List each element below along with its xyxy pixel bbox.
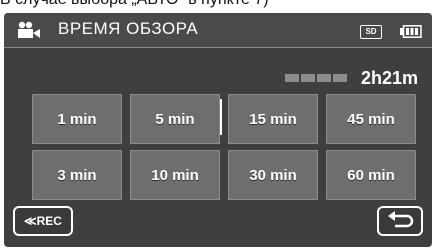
interval-5min-button[interactable]: 5 min	[130, 94, 220, 144]
rec-button[interactable]: ≪REC	[13, 206, 73, 236]
page-caption: В случае выбора „АВТО“ в пункте 7)	[0, 0, 433, 11]
interval-1min-button[interactable]: 1 min	[32, 94, 122, 144]
remaining-capacity-icon	[285, 74, 347, 82]
interval-60min-button[interactable]: 60 min	[326, 150, 416, 200]
back-button[interactable]	[377, 206, 423, 236]
interval-10min-button[interactable]: 10 min	[130, 150, 220, 200]
sd-card-icon: SD	[360, 25, 382, 39]
interval-15min-button[interactable]: 15 min	[228, 94, 318, 144]
video-camera-icon	[18, 21, 40, 38]
battery-icon	[400, 25, 422, 38]
return-arrow-icon	[388, 211, 414, 228]
screen-title: ВРЕМЯ ОБЗОРА	[58, 19, 199, 38]
interval-30min-button[interactable]: 30 min	[228, 150, 318, 200]
interval-3min-button[interactable]: 3 min	[32, 150, 122, 200]
interval-45min-button[interactable]: 45 min	[326, 94, 416, 144]
selection-cursor	[220, 99, 222, 135]
remaining-time: 2h21m	[360, 68, 418, 88]
screen-header: ВРЕМЯ ОБЗОРА SD	[4, 13, 432, 48]
camera-screen: ВРЕМЯ ОБЗОРА SD 2h21m 1 min 5 min 15 min…	[4, 13, 432, 247]
